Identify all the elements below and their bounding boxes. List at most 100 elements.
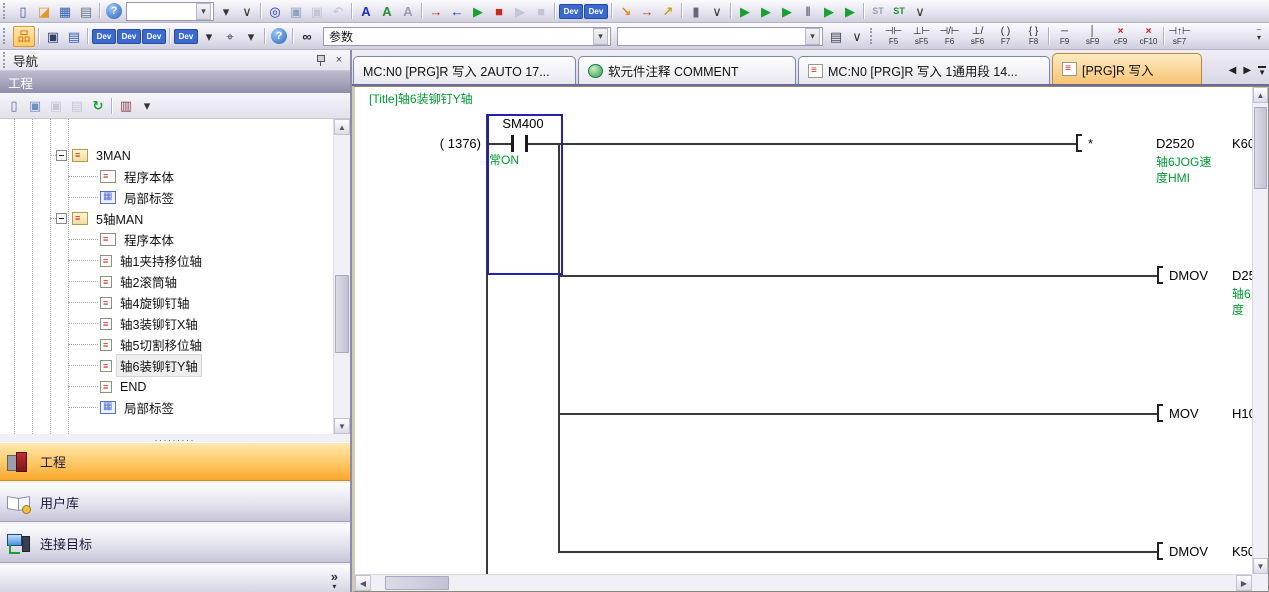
close-icon[interactable]: ×: [331, 53, 347, 67]
monitor-stop-icon[interactable]: ■: [489, 2, 509, 21]
accordion-user-library[interactable]: 用户库: [0, 483, 350, 522]
ladder-editor[interactable]: [Title]轴6装铆钉Y轴 ( 1376) SM400 常ON * D2520…: [352, 86, 1269, 592]
paste-data-icon[interactable]: ▣: [46, 96, 66, 115]
device-display-icon[interactable]: Dev: [174, 29, 198, 44]
plc-module-icon[interactable]: ▣: [43, 27, 63, 46]
scroll-left-icon[interactable]: ◀: [355, 575, 371, 591]
ladder-symbol-button[interactable]: × cF10: [1135, 24, 1162, 48]
separator[interactable]: [421, 3, 423, 19]
pin-icon[interactable]: [312, 53, 328, 67]
watch-start-icon[interactable]: ▶: [819, 2, 839, 21]
pane-splitter[interactable]: .........: [0, 434, 350, 442]
tab-list-icon[interactable]: ▼: [1258, 66, 1266, 76]
accordion-overflow-icon[interactable]: »▾: [331, 572, 338, 592]
dropdown-icon[interactable]: ▾: [216, 2, 236, 21]
tab-scroll-right-icon[interactable]: ▶: [1243, 66, 1251, 76]
display-mode-icon[interactable]: ▥: [116, 96, 136, 115]
jump-back-icon[interactable]: ←: [447, 2, 467, 21]
tree-item[interactable]: END: [0, 376, 333, 397]
tree-item[interactable]: 程序本体: [0, 229, 333, 250]
read-plc-icon[interactable]: →: [637, 2, 657, 21]
ladder-symbol-button[interactable]: ( ) F7: [992, 24, 1019, 48]
overflow-chevron-icon[interactable]: ∨: [910, 2, 930, 21]
tab-device-comment[interactable]: 软元件注释 COMMENT: [578, 56, 796, 84]
keyword-lock-icon[interactable]: ▮: [686, 2, 706, 21]
dev-display-icon[interactable]: Dev: [559, 4, 583, 19]
toolbar-overflow-icon[interactable]: –▾: [1252, 26, 1266, 42]
ladder-symbol-button[interactable]: × cF9: [1107, 24, 1134, 48]
ladder-symbol-button[interactable]: [1163, 27, 1165, 45]
st-green-icon[interactable]: ST: [889, 2, 909, 21]
ladder-symbol-button[interactable]: │ sF9: [1079, 24, 1106, 48]
overflow-chevron-icon[interactable]: ∨: [707, 2, 727, 21]
new-data-icon[interactable]: ▯: [4, 96, 24, 115]
overflow-chevron-icon[interactable]: ∨: [847, 27, 867, 46]
separator[interactable]: [681, 3, 683, 19]
scroll-down-icon[interactable]: ▼: [1253, 558, 1268, 574]
separator[interactable]: [87, 28, 89, 44]
expander-icon[interactable]: [56, 150, 67, 161]
tree-item[interactable]: 局部标签: [0, 187, 333, 208]
device-find-blue-icon[interactable]: A: [356, 2, 376, 21]
scrollbar-thumb[interactable]: [1254, 107, 1267, 189]
tree-item[interactable]: 局部标签: [0, 397, 333, 418]
pause-icon[interactable]: ‖: [798, 2, 818, 21]
ladder-symbol-button[interactable]: ⊣/⊢ F6: [936, 24, 963, 48]
help-icon[interactable]: ?: [106, 3, 122, 19]
combo-dropdown-icon[interactable]: ▾: [196, 3, 211, 20]
scrollbar-thumb[interactable]: [385, 576, 449, 590]
tree-item[interactable]: 轴6装铆钉Y轴: [0, 355, 333, 376]
tab-scroll-left-icon[interactable]: ◀: [1229, 66, 1237, 76]
tree-item[interactable]: 程序本体: [0, 166, 333, 187]
print-icon[interactable]: ▤: [76, 2, 96, 21]
binoculars-find-icon[interactable]: ∞: [297, 27, 317, 46]
separator[interactable]: [264, 28, 266, 44]
scroll-right-icon[interactable]: ▶: [1236, 575, 1252, 591]
data-property-icon[interactable]: ▤: [67, 96, 87, 115]
separator[interactable]: [292, 28, 294, 44]
monitor-disabled2-icon[interactable]: ■: [531, 2, 551, 21]
ladder-symbol-button[interactable]: ─ F9: [1051, 24, 1078, 48]
scroll-down-icon[interactable]: ▼: [334, 418, 350, 434]
tab-prg-2auto[interactable]: MC:N0 [PRG]R 写入 2AUTO 17...: [353, 56, 576, 84]
refresh-icon[interactable]: ↻: [88, 96, 108, 115]
device-memory2-icon[interactable]: Dev: [117, 29, 141, 44]
tree-scrollbar-thumb[interactable]: [335, 275, 349, 353]
separator[interactable]: [611, 3, 613, 19]
monitor-disabled1-icon[interactable]: ▶: [510, 2, 530, 21]
overflow-chevron-icon[interactable]: ∨: [237, 2, 257, 21]
tree-item[interactable]: 3MAN: [0, 145, 333, 166]
toolbar-combo[interactable]: ▾: [126, 2, 214, 21]
editor-horizontal-scrollbar[interactable]: ◀ ▶: [355, 574, 1252, 591]
save-icon[interactable]: ▦: [55, 2, 75, 21]
project-tree-toggle-icon[interactable]: 品: [13, 26, 35, 47]
tree-item[interactable]: 轴1夹持移位轴: [0, 250, 333, 271]
st-gray-icon[interactable]: ST: [868, 2, 888, 21]
combo-dropdown-icon[interactable]: ▾: [805, 28, 820, 45]
undo-icon[interactable]: ↶: [328, 2, 348, 21]
find-in-window-icon[interactable]: ▤: [826, 27, 846, 46]
tree-item[interactable]: 轴3装铆钉X轴: [0, 313, 333, 334]
list-view-icon[interactable]: ▤: [64, 27, 84, 46]
separator[interactable]: [38, 28, 40, 44]
separator[interactable]: [169, 28, 171, 44]
step-run-icon[interactable]: ▶: [840, 2, 860, 21]
separator[interactable]: [863, 3, 865, 19]
separator[interactable]: [351, 3, 353, 19]
toolbar-grip[interactable]: [870, 28, 877, 44]
program-check1-icon[interactable]: ▶: [735, 2, 755, 21]
secondary-combo[interactable]: ▾: [617, 27, 823, 46]
ladder-symbol-button[interactable]: [1048, 27, 1050, 45]
combo-dropdown-icon[interactable]: ▾: [593, 28, 608, 45]
parameter-combo[interactable]: 参数 ▾: [323, 27, 611, 46]
paste-icon[interactable]: ▣: [307, 2, 327, 21]
open-folder-icon[interactable]: ◪: [34, 2, 54, 21]
pane-grip[interactable]: [3, 52, 10, 68]
toolbar-grip[interactable]: [3, 28, 10, 44]
scrollbar-track[interactable]: [1253, 103, 1268, 558]
ladder-cursor[interactable]: [487, 114, 563, 275]
jump-forward-icon[interactable]: →: [426, 2, 446, 21]
copy-icon[interactable]: ▣: [286, 2, 306, 21]
program-check2-icon[interactable]: ▶: [756, 2, 776, 21]
tree-scrollbar-track[interactable]: [334, 135, 350, 418]
